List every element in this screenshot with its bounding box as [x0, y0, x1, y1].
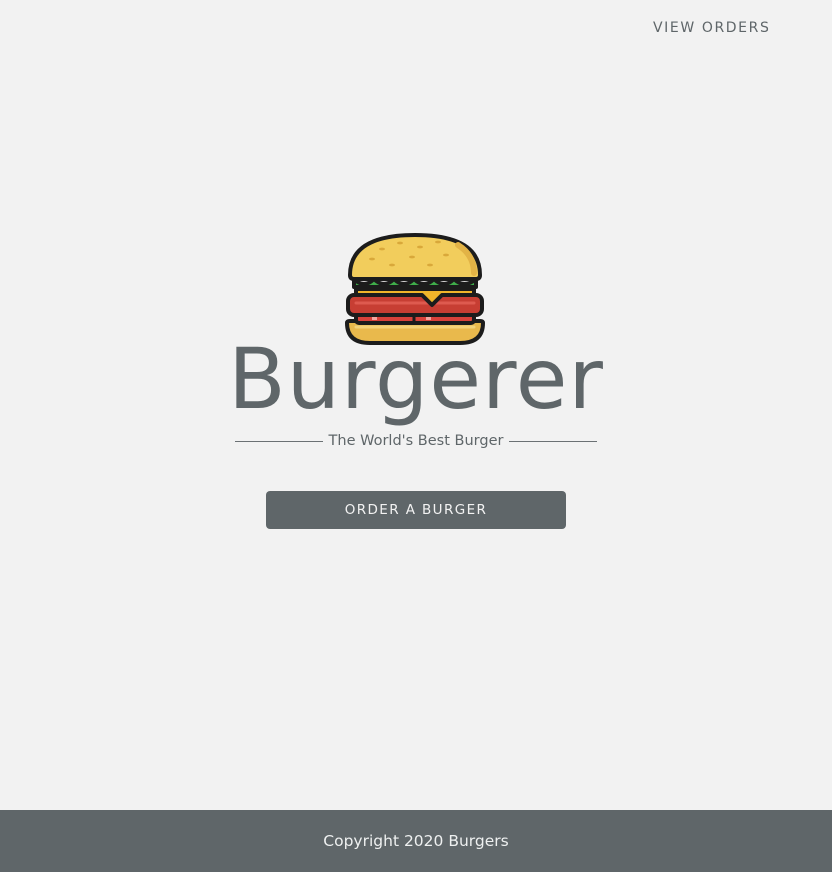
- tagline-row: The World's Best Burger: [235, 430, 597, 452]
- copyright-text: Copyright 2020 Burgers: [323, 832, 509, 850]
- tagline-divider-left: [235, 440, 323, 442]
- footer: Copyright 2020 Burgers: [0, 810, 832, 872]
- order-burger-button[interactable]: ORDER A BURGER: [266, 491, 566, 529]
- tagline-divider-right: [509, 440, 597, 442]
- view-orders-link[interactable]: VIEW ORDERS: [653, 20, 770, 36]
- brand-title: Burgerer: [228, 330, 604, 428]
- tagline: The World's Best Burger: [328, 433, 504, 449]
